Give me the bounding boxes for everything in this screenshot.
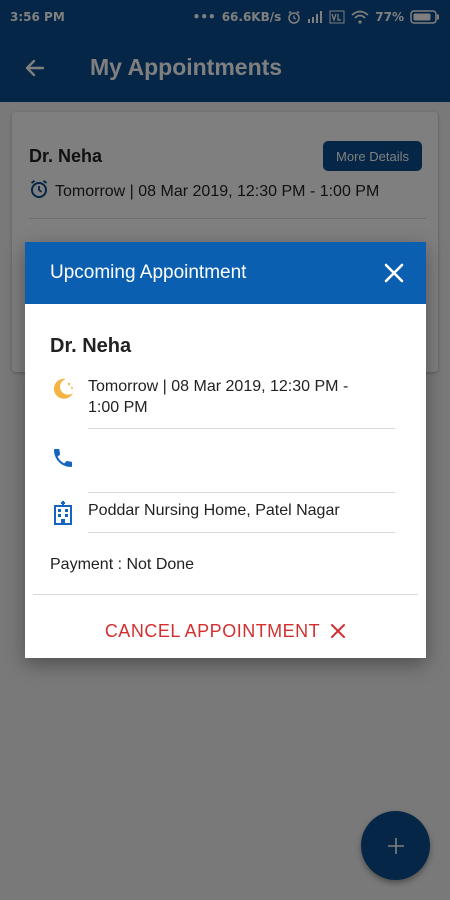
dialog-time-row: Tomorrow | 08 Mar 2019, 12:30 PM - 1:00 … xyxy=(50,376,395,418)
cancel-appointment-label: CANCEL APPOINTMENT xyxy=(104,620,321,641)
divider xyxy=(88,532,395,533)
dialog-location-row: Poddar Nursing Home, Patel Nagar xyxy=(50,500,395,526)
phone-icon xyxy=(50,446,76,470)
close-button[interactable] xyxy=(376,255,412,291)
cancel-x-icon xyxy=(331,624,346,638)
divider xyxy=(88,428,395,429)
cancel-appointment-button[interactable]: CANCEL APPOINTMENT xyxy=(25,610,426,652)
dialog-header: Upcoming Appointment xyxy=(25,242,426,304)
close-icon xyxy=(384,263,404,283)
divider xyxy=(33,594,418,595)
dialog-doctor-name: Dr. Neha xyxy=(50,335,132,357)
divider xyxy=(88,492,395,493)
moon-icon xyxy=(50,376,76,402)
hospital-icon xyxy=(50,500,76,526)
upcoming-appointment-dialog: Upcoming Appointment Dr. Neha Tomorrow |… xyxy=(25,242,426,658)
dialog-location-text: Poddar Nursing Home, Patel Nagar xyxy=(88,502,340,519)
dialog-phone-row[interactable] xyxy=(50,446,395,470)
payment-status: Payment : Not Done xyxy=(50,556,195,573)
dialog-time-line1: Tomorrow | 08 Mar 2019, 12:30 PM - xyxy=(88,378,349,395)
dialog-time-text: Tomorrow | 08 Mar 2019, 12:30 PM - 1:00 … xyxy=(88,376,348,418)
dialog-time-line2: 1:00 PM xyxy=(88,399,148,416)
dialog-title: Upcoming Appointment xyxy=(50,262,247,283)
